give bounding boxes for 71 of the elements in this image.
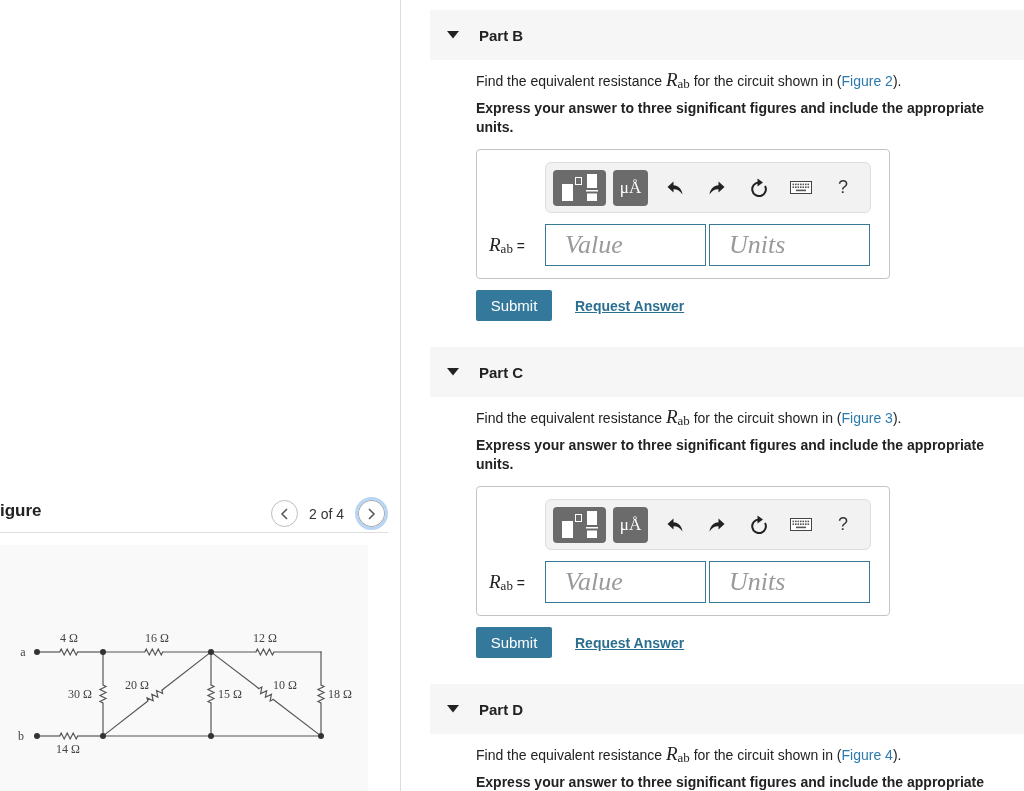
units-button[interactable]: μÅ [613,506,648,543]
resistance-label: 16 Ω [145,631,169,645]
resistance-label: 12 Ω [253,631,277,645]
submit-button[interactable]: Submit [476,290,552,321]
request-answer-link[interactable]: Request Answer [575,297,685,314]
help-button[interactable]: ? [833,172,853,203]
keyboard-icon[interactable] [790,518,812,531]
redo-icon[interactable] [709,180,725,195]
junction-dot [100,649,106,655]
junction-dot [318,733,324,739]
resistance-label: 30 Ω [68,687,92,701]
undo-icon[interactable] [667,180,683,195]
resistor [59,647,79,657]
instruction-text: Express your answer to three significant figures and include the appropriate units. [476,99,985,137]
units-input[interactable]: Units [709,224,870,266]
previous-button[interactable] [270,500,298,527]
submit-button[interactable]: Submit [476,627,552,658]
circular-arrow-icon[interactable] [750,515,768,534]
figure-link[interactable]: Figure 2 [841,73,893,89]
templates-button[interactable] [553,506,606,543]
resistance-label: 18 Ω [328,687,352,701]
terminal-label: b [18,729,24,743]
terminal-dot [34,649,40,655]
instruction-text: Express your answer to three significant figures and include the appropriate [476,773,985,791]
terminal-label: a [20,645,26,659]
resistance-label: 4 Ω [60,631,78,645]
figure-link[interactable]: Figure 4 [841,747,893,763]
answer-label: R$_{ab}$ = [489,234,526,256]
figure-link[interactable]: Figure 3 [841,410,893,426]
resistance-label: 14 Ω [56,742,80,756]
resistance-label: 15 Ω [218,687,242,701]
value-input[interactable]: Value [545,561,706,603]
part-header[interactable]: Part B [430,10,1024,60]
resistor [255,647,275,657]
templates-icon [561,174,598,201]
question-text: Find the equivalent resistance R$_{ab}$ for the circuit shown in (Figure 2). [476,70,903,91]
next-button[interactable] [355,497,388,530]
undo-icon[interactable] [667,517,683,532]
answer-label: R$_{ab}$ = [489,571,526,593]
resistance-label: 10 Ω [273,678,297,692]
part-header[interactable]: Part D [430,684,1024,734]
templates-icon [561,511,598,538]
resistor [144,647,164,657]
part-header[interactable]: Part C [430,347,1024,397]
junction-dot [208,733,214,739]
units-button[interactable]: μÅ [613,169,648,206]
request-answer-link[interactable]: Request Answer [575,634,685,651]
junction-dot [100,733,106,739]
resistor [316,684,326,704]
redo-icon[interactable] [709,517,725,532]
junction-dot [208,649,214,655]
figure-counter: 2 of 4 [308,505,344,522]
resistor [258,686,274,702]
terminal-dot [34,733,40,739]
templates-button[interactable] [553,169,606,206]
resistor [98,684,108,704]
help-button[interactable]: ? [833,509,853,540]
value-input[interactable]: Value [545,224,706,266]
question-text: Find the equivalent resistance R$_{ab}$ for the circuit shown in (Figure 4). [476,744,903,765]
resistor [59,731,79,741]
circular-arrow-icon[interactable] [750,178,768,197]
question-text: Find the equivalent resistance R$_{ab}$ for the circuit shown in (Figure 3). [476,407,903,428]
keyboard-icon[interactable] [790,181,812,194]
chevron-right-icon [367,507,376,520]
units-input[interactable]: Units [709,561,870,603]
resistance-label: 20 Ω [125,678,149,692]
instruction-text: Express your answer to three significant figures and include the appropriate units. [476,436,985,474]
figure-title: igure [0,500,42,521]
resistor [206,684,216,704]
chevron-left-icon [280,507,289,520]
resistor [146,689,164,702]
